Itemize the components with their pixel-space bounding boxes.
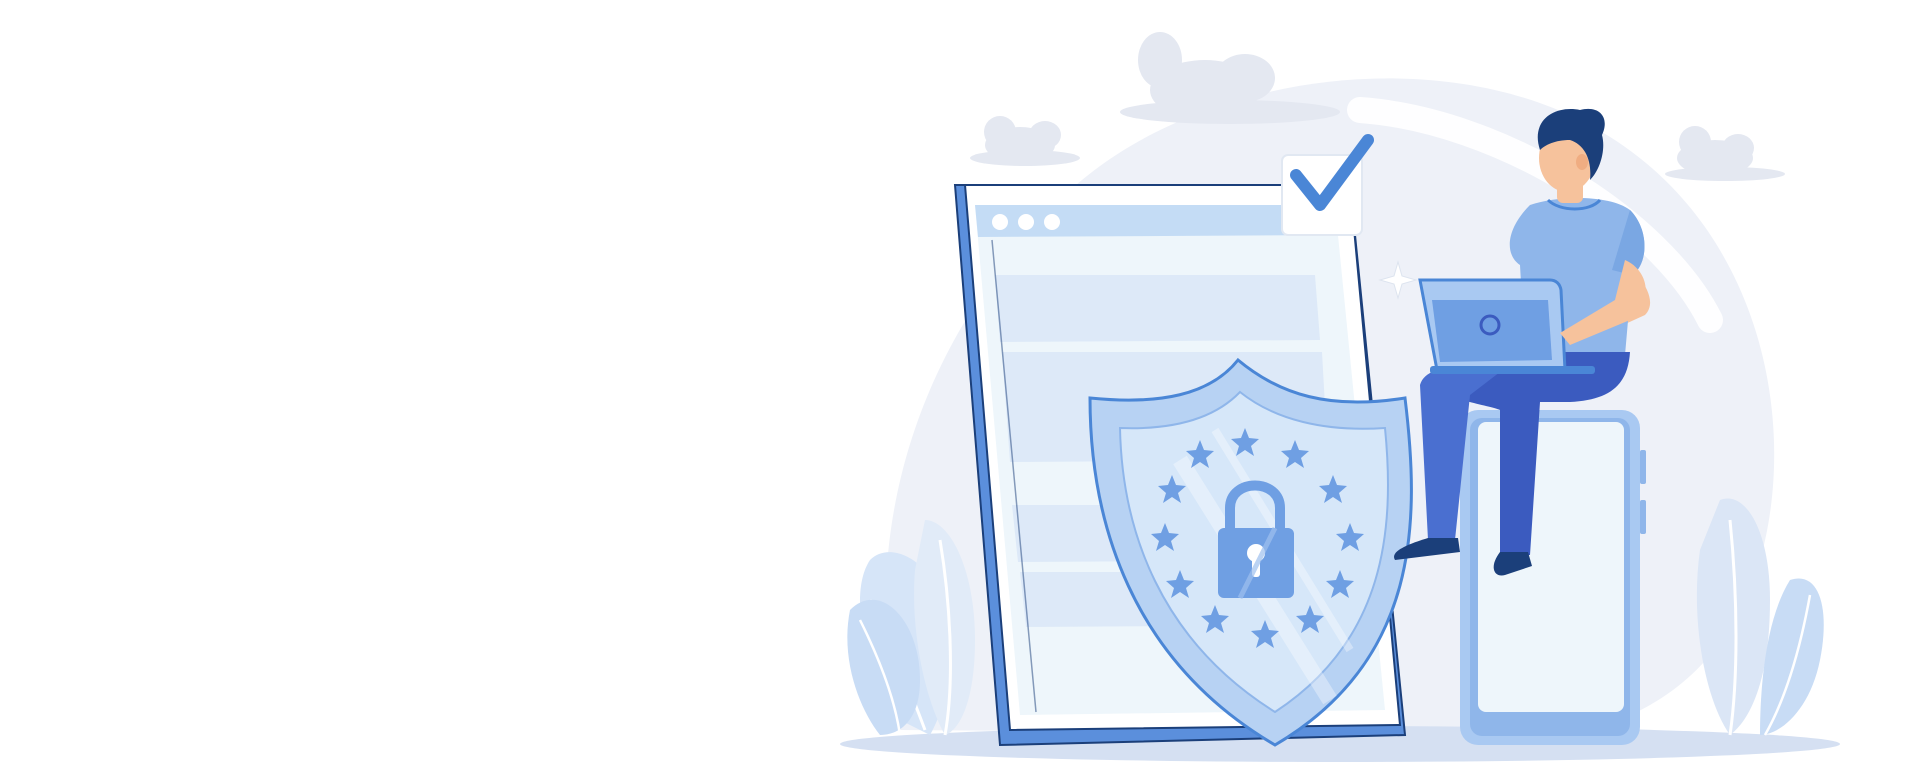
illustration: [840, 32, 1840, 762]
cloud-icon: [970, 116, 1080, 166]
window-dot: [1018, 214, 1034, 230]
cloud-icon: [1665, 126, 1785, 181]
window-dot: [992, 214, 1008, 230]
check-icon: [1281, 134, 1374, 236]
cloud-icon: [1120, 32, 1340, 124]
content-block: [995, 275, 1320, 342]
window-dot: [1044, 214, 1060, 230]
phone: [1460, 410, 1646, 745]
plant-right: [1696, 498, 1824, 736]
page: [0, 0, 1920, 770]
